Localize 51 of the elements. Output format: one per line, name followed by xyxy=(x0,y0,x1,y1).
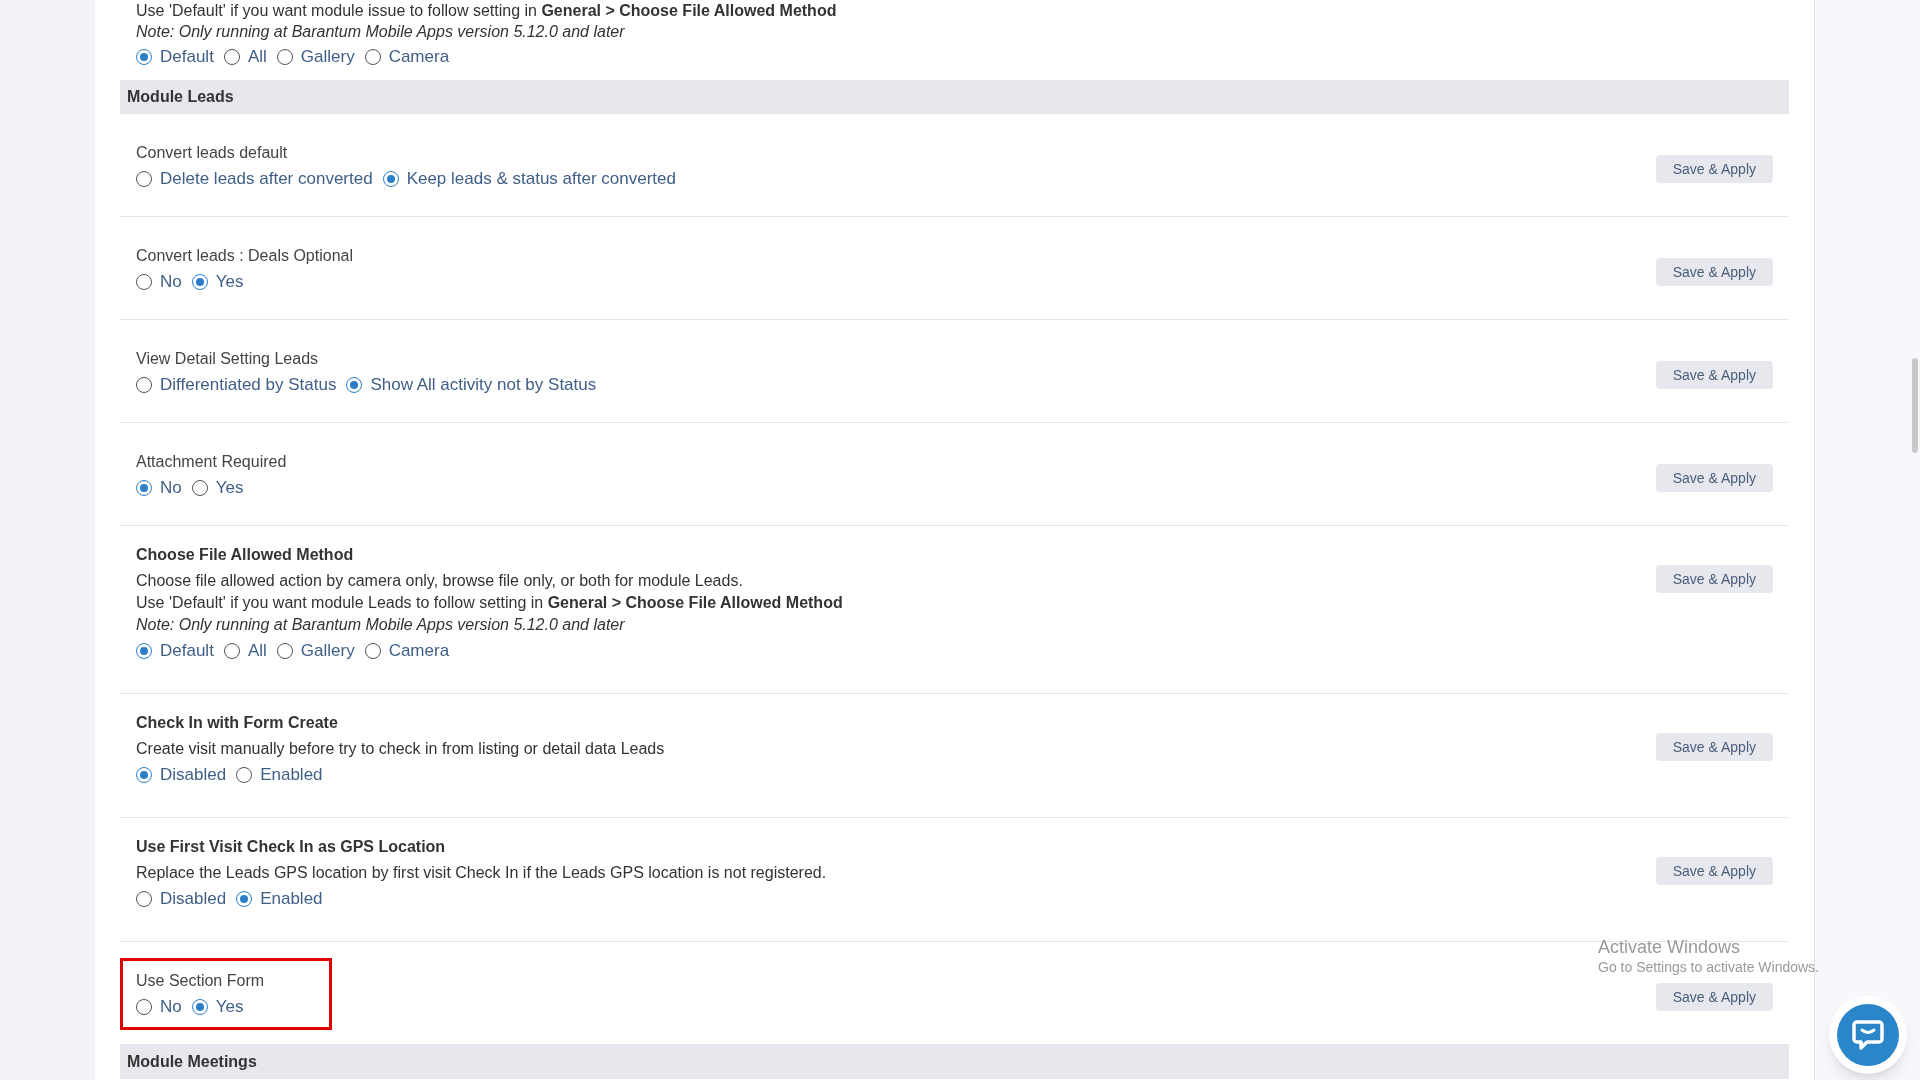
radio-option[interactable]: Enabled xyxy=(236,764,323,786)
save-apply-button[interactable]: Save & Apply xyxy=(1655,155,1773,183)
radio-option[interactable]: Disabled xyxy=(136,888,227,910)
setting-label: View Detail Setting Leads xyxy=(136,349,320,369)
description-text: Replace the Leads GPS location by first visit Check In if the Leads GPS location is not registered. xyxy=(136,863,827,883)
setting-title: Check In with Form Create xyxy=(136,713,339,733)
description-text: Use 'Default' if you want module Leads to follow setting in General > Choose File Allowed Method xyxy=(136,593,843,613)
note-text: Note: Only running at Barantum Mobile Apps version 5.12.0 and later xyxy=(136,615,626,635)
radio-option[interactable]: Yes xyxy=(191,271,244,293)
radio-option[interactable]: Differentiated by Status xyxy=(136,374,337,396)
radio-option[interactable]: Enabled xyxy=(236,888,323,910)
radio-option[interactable]: All xyxy=(223,46,267,68)
note-text: Note: Only running at Barantum Mobile Apps version 5.12.0 and later xyxy=(136,22,626,42)
radio-option[interactable]: Camera xyxy=(364,640,450,662)
setting-label: Attachment Required xyxy=(136,452,287,472)
section-header: Module Meetings xyxy=(120,1045,1789,1079)
save-apply-button[interactable]: Save & Apply xyxy=(1655,464,1773,492)
save-apply-button[interactable]: Save & Apply xyxy=(1655,733,1773,761)
radio-option[interactable]: Yes xyxy=(191,477,244,499)
section-header: Module Leads xyxy=(120,80,1789,114)
radio-option[interactable]: No xyxy=(136,477,182,499)
radio-option[interactable]: Keep leads & status after converted xyxy=(382,168,676,190)
radio-option[interactable]: Default xyxy=(136,640,214,662)
save-apply-button[interactable]: Save & Apply xyxy=(1655,857,1773,885)
radio-option[interactable]: Disabled xyxy=(136,764,227,786)
radio-option[interactable]: All xyxy=(223,640,267,662)
activation-subtitle: Go to Settings to activate Windows. xyxy=(1598,958,1819,976)
save-apply-button[interactable]: Save & Apply xyxy=(1655,361,1773,389)
radio-option[interactable]: Yes xyxy=(191,996,244,1018)
setting-label: Convert leads : Deals Optional xyxy=(136,246,353,266)
radio-option[interactable]: Show All activity not by Status xyxy=(346,374,597,396)
save-apply-button[interactable]: Save & Apply xyxy=(1655,983,1773,1011)
radio-option[interactable]: Gallery xyxy=(276,640,355,662)
radio-option[interactable]: Default xyxy=(136,46,214,68)
description-text: Choose file allowed action by camera only, browse file only, or both for module Leads. xyxy=(136,571,744,591)
setting-title: Use First Visit Check In as GPS Location xyxy=(136,837,447,857)
description-text: Create visit manually before try to check in from listing or detail data Leads xyxy=(136,739,665,759)
setting-label: Convert leads default xyxy=(136,143,289,163)
setting-title: Choose File Allowed Method xyxy=(136,545,355,565)
radio-option[interactable]: Delete leads after converted xyxy=(136,168,373,190)
radio-option[interactable]: Camera xyxy=(364,46,450,68)
chat-icon xyxy=(1851,1018,1885,1052)
setting-label: Use Section Form xyxy=(136,971,265,991)
scrollbar-thumb[interactable] xyxy=(1912,358,1918,453)
radio-option[interactable]: No xyxy=(136,271,182,293)
activation-title: Activate Windows xyxy=(1598,936,1741,959)
radio-option[interactable]: No xyxy=(136,996,182,1018)
save-apply-button[interactable]: Save & Apply xyxy=(1655,565,1773,593)
save-apply-button[interactable]: Save & Apply xyxy=(1655,258,1773,286)
radio-option[interactable]: Gallery xyxy=(276,46,355,68)
description-text: Use 'Default' if you want module issue to follow setting in General > Choose File Allowed Method xyxy=(136,1,838,21)
